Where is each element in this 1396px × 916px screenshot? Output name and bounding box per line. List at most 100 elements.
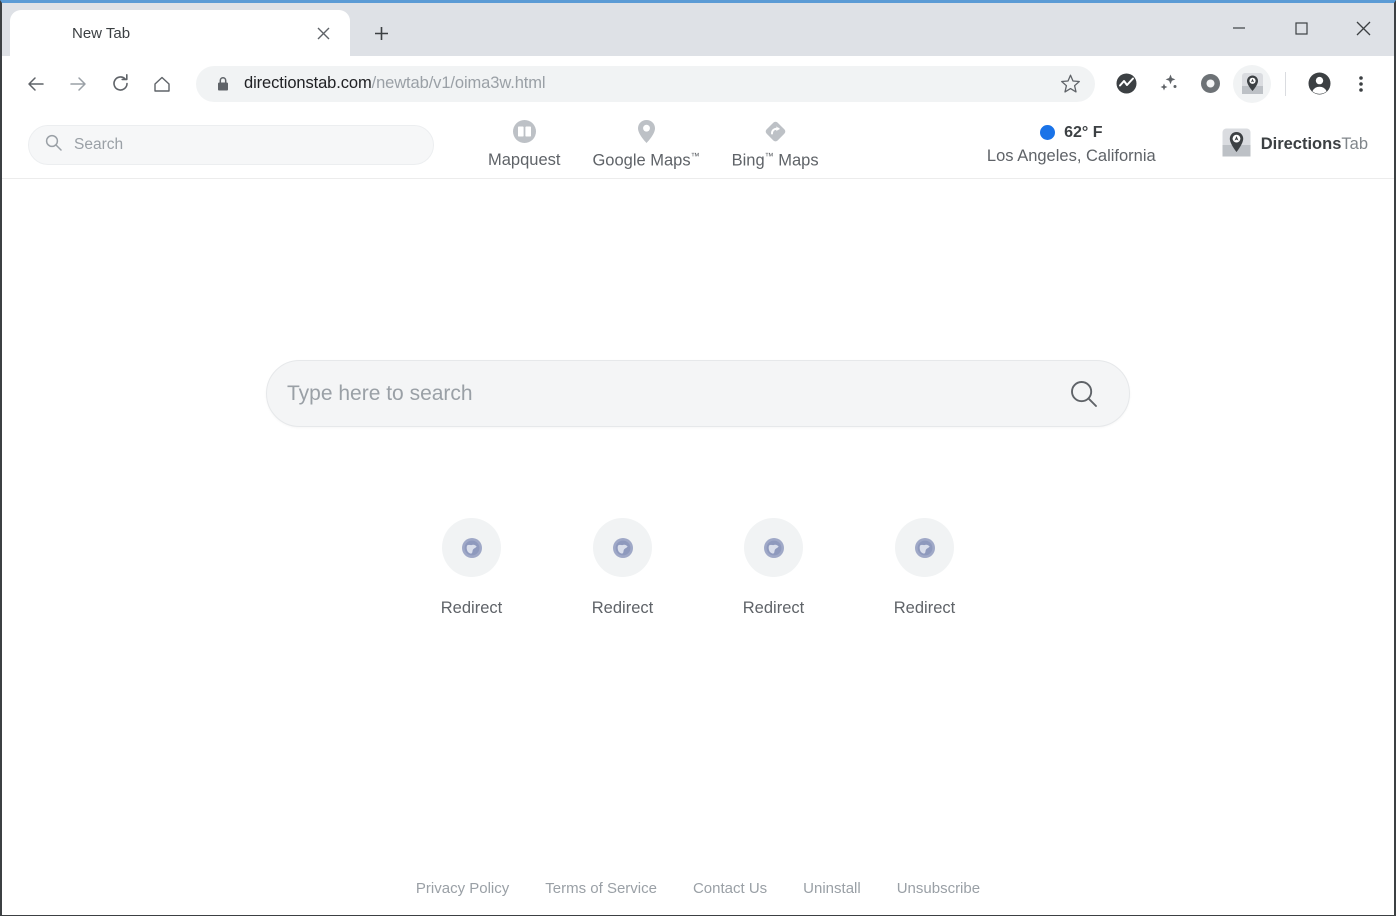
maximize-icon xyxy=(1294,21,1308,35)
tab-strip: New Tab xyxy=(2,3,1394,56)
shortcut-tiles: Redirect Redirect Redirect Redirect xyxy=(396,518,1000,618)
extension-icons xyxy=(1107,64,1380,103)
close-window-button[interactable] xyxy=(1332,3,1394,53)
header-search-box[interactable] xyxy=(28,124,434,165)
header-search-input[interactable] xyxy=(74,135,417,154)
minimize-button[interactable] xyxy=(1208,3,1270,53)
chrome-menu-icon[interactable] xyxy=(1342,65,1380,103)
globe-favicon xyxy=(914,537,935,558)
url-text: directionstab.com/newtab/v1/oima3w.html xyxy=(244,74,1051,93)
main-content: Redirect Redirect xyxy=(2,179,1394,915)
search-icon xyxy=(45,134,62,156)
directionstab-logo-icon xyxy=(1222,128,1251,162)
tile-label: Redirect xyxy=(893,599,956,617)
mapquest-glyph xyxy=(512,119,536,143)
star-glyph xyxy=(1060,74,1080,93)
shortcut-tile[interactable]: Redirect xyxy=(396,518,547,618)
nav-label-google-maps-text: Google Maps xyxy=(592,151,691,170)
brand-logo[interactable]: DirectionsTab xyxy=(1222,128,1368,162)
maximize-button[interactable] xyxy=(1270,3,1332,53)
home-glyph xyxy=(154,76,170,92)
footer-link-contact-us[interactable]: Contact Us xyxy=(675,880,785,897)
tab-title: New Tab xyxy=(72,24,131,42)
lock-glyph xyxy=(218,76,228,90)
directionstab-extension-icon[interactable] xyxy=(1233,64,1271,103)
sparkles-glyph xyxy=(1160,74,1176,91)
footer-link-uninstall[interactable]: Uninstall xyxy=(785,880,879,897)
lock-icon xyxy=(216,76,230,92)
shortcut-tile[interactable]: Redirect xyxy=(849,518,1000,618)
shortcut-tile[interactable]: Redirect xyxy=(547,518,698,618)
nav-label-mapquest: Mapquest xyxy=(488,151,561,170)
nav-item-bing-maps[interactable]: Bing™ Maps xyxy=(716,118,835,171)
nav-label-bing-text: Bing xyxy=(731,151,765,170)
bing-maps-glyph xyxy=(765,121,785,142)
tile-icon-circle xyxy=(895,518,954,577)
footer-link-unsubscribe[interactable]: Unsubscribe xyxy=(879,880,998,897)
trademark-symbol: ™ xyxy=(690,151,700,162)
google-maps-pin-icon xyxy=(634,118,659,144)
nav-label-google-maps: Google Maps™ xyxy=(592,151,699,171)
tile-label: Redirect xyxy=(742,599,805,617)
search-icon[interactable] xyxy=(1069,379,1099,409)
trademark-symbol: ™ xyxy=(764,151,774,162)
browser-tab[interactable]: New Tab xyxy=(10,10,350,56)
bookmark-star-icon[interactable] xyxy=(1051,69,1089,99)
magnifier-glyph xyxy=(45,134,62,151)
new-tab-button[interactable] xyxy=(364,16,398,50)
shortcut-tile[interactable]: Redirect xyxy=(698,518,849,618)
mapquest-book-icon xyxy=(512,118,537,144)
weather-widget[interactable]: 62° F Los Angeles, California xyxy=(987,124,1156,166)
close-glyph xyxy=(317,27,329,39)
close-icon[interactable] xyxy=(310,20,336,46)
footer-link-privacy-policy[interactable]: Privacy Policy xyxy=(398,880,527,897)
weather-condition-icon xyxy=(1040,125,1056,140)
tile-label: Redirect xyxy=(440,599,503,617)
url-path: /newtab/v1/oima3w.html xyxy=(371,74,546,92)
brand-name-bold: Directions xyxy=(1260,135,1342,153)
avatar-glyph xyxy=(1308,72,1330,95)
footer-links: Privacy Policy Terms of Service Contact … xyxy=(2,880,1394,897)
site-header: Mapquest Google Maps™ xyxy=(2,111,1394,179)
window-controls xyxy=(1208,3,1394,53)
home-icon[interactable] xyxy=(142,64,182,104)
tile-icon-circle xyxy=(593,518,652,577)
address-bar[interactable]: directionstab.com/newtab/v1/oima3w.html xyxy=(196,65,1095,102)
nav-item-mapquest[interactable]: Mapquest xyxy=(472,118,576,170)
main-search-input[interactable] xyxy=(287,381,1069,406)
nav-item-google-maps[interactable]: Google Maps™ xyxy=(576,118,715,171)
main-search-box[interactable] xyxy=(266,360,1130,427)
forward-arrow-glyph xyxy=(70,76,86,91)
google-maps-glyph xyxy=(637,119,655,143)
browser-window: New Tab directionstab.com/newtab/v1/oima… xyxy=(0,0,1396,916)
tile-icon-circle xyxy=(442,518,501,577)
back-icon[interactable] xyxy=(16,64,56,104)
bing-maps-diamond-icon xyxy=(763,118,788,144)
globe-favicon xyxy=(763,537,784,558)
reload-icon[interactable] xyxy=(100,64,140,104)
back-arrow-glyph xyxy=(28,76,44,91)
nav-label-bing-maps: Bing™ Maps xyxy=(732,151,819,171)
weather-top-row: 62° F xyxy=(1040,123,1103,142)
ring-glyph xyxy=(1200,74,1220,93)
weather-temperature: 62° F xyxy=(1064,123,1103,141)
tile-label: Redirect xyxy=(591,599,654,617)
sparkles-extension-icon[interactable] xyxy=(1149,65,1187,103)
brand-pin-glyph xyxy=(1222,128,1251,156)
activity-extension-icon[interactable] xyxy=(1107,65,1145,103)
directionstab-pin-glyph xyxy=(1241,73,1263,94)
url-domain: directionstab.com xyxy=(244,74,372,92)
minimize-icon xyxy=(1233,27,1245,29)
page-viewport: Mapquest Google Maps™ xyxy=(2,111,1394,915)
tile-icon-circle xyxy=(744,518,803,577)
forward-icon[interactable] xyxy=(58,64,98,104)
brand-text: DirectionsTab xyxy=(1261,135,1368,154)
close-window-icon xyxy=(1356,21,1370,35)
activity-glyph xyxy=(1116,73,1136,94)
profile-avatar-icon[interactable] xyxy=(1300,65,1338,103)
footer-link-terms-of-service[interactable]: Terms of Service xyxy=(527,880,675,897)
toolbar-divider xyxy=(1285,71,1286,96)
ring-extension-icon[interactable] xyxy=(1191,65,1229,103)
globe-favicon xyxy=(461,537,482,558)
globe-favicon xyxy=(612,537,633,558)
